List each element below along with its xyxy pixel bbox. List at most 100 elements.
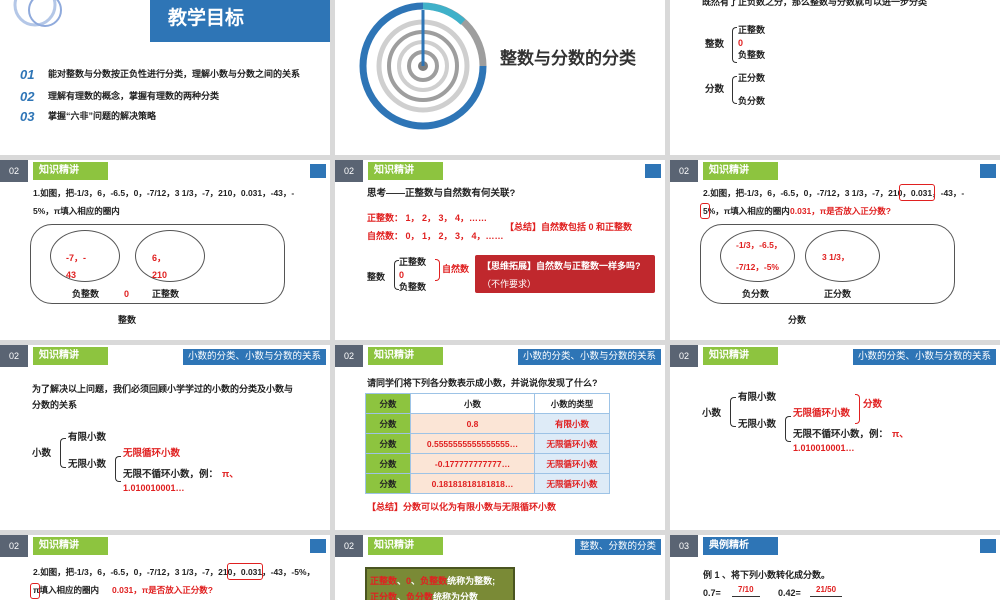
neg-int-vals-2: 43: [66, 270, 77, 280]
frac-label: 分数: [705, 84, 725, 95]
natural-row: 自然数： 0， 1， 2， 3， 4，……: [367, 231, 504, 241]
cell-decimal: 0.18181818181818…: [410, 473, 535, 494]
slide-header: 02 知识精讲: [670, 160, 1000, 182]
cell-fraction: 分数: [365, 413, 411, 434]
cell-type: 无限循环小数: [534, 473, 610, 494]
example-a-answer: 7/10: [732, 585, 760, 597]
pos-int-vals-1: 6，: [152, 253, 167, 263]
goal-num-1: 01: [20, 67, 35, 82]
section-number: 02: [670, 345, 698, 367]
summary-pos-frac: 正分数: [370, 592, 398, 600]
section-number: 02: [670, 160, 698, 182]
decor-circles-icon: [13, 0, 62, 27]
int-label: 整数: [367, 272, 386, 282]
cell-decimal: 0.8: [410, 413, 535, 434]
highlight-box-neg5: [700, 203, 710, 219]
slide-example[interactable]: 03 典例精析 例 1 、将下列小数转化成分数。 0.7= 7/10 0.42=…: [670, 535, 1000, 600]
topic-badge: 小数的分类、小数与分数的关系: [182, 349, 326, 365]
slide-teaching-goals[interactable]: 教学目标 01 能对整数与分数按正负性进行分类，理解小数与分数之间的关系 02 …: [0, 0, 330, 155]
red-question: 0.031，π是否放入正分数?: [790, 206, 891, 216]
section-title: 整数与分数的分类: [500, 49, 636, 68]
slide-section-title[interactable]: 整数与分数的分类: [335, 0, 665, 155]
decimal-brace: [60, 438, 66, 468]
pos-int-row: 正整数： 1， 2， 3， 4，……: [367, 213, 488, 223]
infinite-label: 无限小数: [738, 419, 777, 430]
zero-label: 0: [124, 289, 130, 299]
neg-frac-vals-2: -7/12，-5%: [736, 262, 779, 272]
question-text-2: 5%，π填入相应的圈内: [703, 206, 790, 216]
goal-text-2: 理解有理数的概念，掌握有理数的两种分类: [48, 91, 220, 101]
section-number: 02: [335, 160, 363, 182]
decimal-label: 小数: [702, 408, 722, 419]
table-question: 请同学们将下列各分数表示成小数，并说说你发现了什么?: [367, 378, 598, 388]
section-tag: 知识精讲: [368, 162, 443, 180]
pi-example: π、: [892, 429, 909, 440]
example-title: 例 1 、将下列小数转化成分数。: [703, 570, 831, 580]
target-dial-icon: [359, 2, 487, 130]
example-b-answer: 21/50: [810, 585, 843, 597]
int-item-neg: 负整数: [399, 282, 427, 292]
infinite-brace: [785, 416, 791, 442]
slide-header: 02 知识精讲: [0, 160, 330, 182]
example-b: 0.42=: [778, 588, 801, 598]
header-square: [310, 539, 326, 553]
slide-int-frac-summary[interactable]: 02 知识精讲 整数、分数的分类 正整数、0、负整数统称为整数; 正分数、负分数…: [335, 535, 665, 600]
section-tag: 知识精讲: [33, 162, 108, 180]
slide-header: 02 知识精讲 小数的分类、小数与分数的关系: [0, 345, 330, 367]
slide-decimal-fraction-relation[interactable]: 02 知识精讲 小数的分类、小数与分数的关系 小数 有限小数 无限小数 无限循环…: [670, 345, 1000, 530]
irrational-example: 1.010010001…: [123, 483, 185, 493]
slide-decimal-review[interactable]: 02 知识精讲 小数的分类、小数与分数的关系 为了解决以上问题，我们必须回顾小学…: [0, 345, 330, 530]
slide-header: 02 知识精讲 小数的分类、小数与分数的关系: [670, 345, 1000, 367]
extension-text: 【思维拓展】自然数与正整数一样多吗?: [482, 261, 641, 271]
slide-question-2[interactable]: 02 知识精讲 2.如图，把-1/3，6，-6.5，0，-7/12，3 1/3，…: [670, 160, 1000, 340]
summary-sep: 、: [411, 576, 421, 586]
non-repeating-label: 无限不循环小数，例：: [793, 429, 889, 440]
cell-type: 无限循环小数: [534, 433, 610, 454]
section-number: 02: [335, 535, 363, 557]
int-item-neg: 负整数: [738, 50, 766, 60]
slide-further-classify[interactable]: 既然有了正负数之分，那么整数与分数就可以进一步分类 整数 正整数 0 负整数 分…: [670, 0, 1000, 155]
int-item-zero: 0: [399, 270, 405, 280]
int-brace: [732, 27, 737, 63]
topic-badge: 小数的分类、小数与分数的关系: [852, 349, 996, 365]
cell-fraction: 分数: [365, 453, 411, 474]
cell-fraction: 分数: [365, 433, 411, 454]
pos-int-oval: [135, 230, 205, 282]
finite-label: 有限小数: [738, 392, 777, 403]
fraction-label: 分数: [788, 315, 807, 325]
fraction-label: 分数: [863, 399, 883, 410]
summary-neg-frac: 负分数: [406, 592, 434, 600]
fraction-brace: [855, 394, 860, 424]
section-number: 02: [0, 345, 28, 367]
slide-header: 02 知识精讲: [335, 160, 665, 182]
table-row: 分数 0.18181818181818… 无限循环小数: [365, 473, 610, 494]
slide-think[interactable]: 02 知识精讲 思考——正整数与自然数有何关联? 正整数： 1， 2， 3， 4…: [335, 160, 665, 340]
table-row: 分数 -0.177777777777… 无限循环小数: [365, 453, 610, 474]
slide-grid: 教学目标 01 能对整数与分数按正负性进行分类，理解小数与分数之间的关系 02 …: [0, 0, 1000, 600]
header-square: [645, 164, 661, 178]
topic-badge: 整数、分数的分类: [574, 539, 661, 555]
slide-question-2-repeat[interactable]: 02 知识精讲 2.如图，把-1/3，6，-6.5，0，-7/12，3 1/3，…: [0, 535, 330, 600]
int-item-pos: 正整数: [399, 257, 427, 267]
frac-item-pos: 正分数: [738, 73, 766, 83]
int-item-zero: 0: [738, 38, 744, 48]
repeating-label: 无限循环小数: [793, 408, 851, 419]
slide-header: 03 典例精析: [670, 535, 1000, 557]
question-text: 2.如图，把-1/3，6，-6.5，0，-7/12，3 1/3，-7，210，0…: [33, 567, 316, 577]
think-question: 思考——正整数与自然数有何关联?: [367, 188, 516, 199]
repeating-label: 无限循环小数: [123, 448, 181, 459]
irrational-example: 1.010010001…: [793, 443, 855, 453]
summary-frac-tail: 统称为分数: [433, 592, 479, 600]
slide-fraction-table[interactable]: 02 知识精讲 小数的分类、小数与分数的关系 请同学们将下列各分数表示成小数，并…: [335, 345, 665, 530]
header-square: [980, 164, 996, 178]
slide-question-1[interactable]: 02 知识精讲 1.如图，把-1/3，6，-6.5，0，-7/12，3 1/3，…: [0, 160, 330, 340]
summary-neg-int: 负整数: [420, 576, 448, 586]
summary-int-tail: 统称为整数;: [447, 576, 496, 586]
goal-text-3: 掌握“六非”问题的解决策略: [48, 111, 157, 121]
neg-frac-vals-1: -1/3，-6.5，: [736, 240, 783, 250]
summary-line-2: 正分数、负分数统称为分数: [370, 591, 478, 600]
integer-label: 整数: [118, 315, 137, 325]
goals-title: 教学目标: [150, 0, 330, 42]
summary-sep: 、: [397, 576, 407, 586]
col-header-decimal: 小数: [410, 393, 535, 414]
